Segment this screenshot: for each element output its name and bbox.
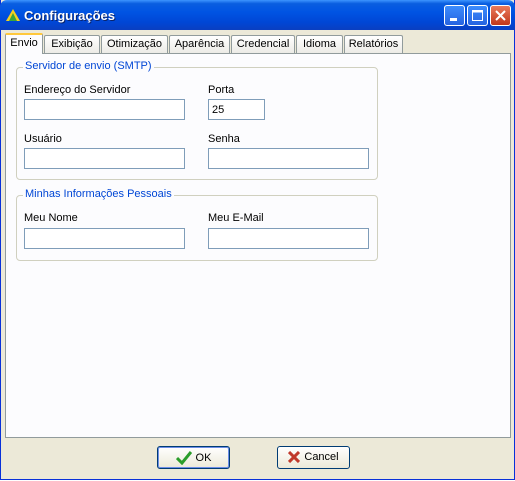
port-label: Porta: [208, 84, 235, 96]
tab-otimizacao[interactable]: Otimização: [101, 35, 168, 53]
x-icon: [288, 451, 301, 463]
ok-label: OK: [195, 452, 212, 464]
cancel-label: Cancel: [304, 451, 339, 463]
server-input[interactable]: [24, 99, 185, 120]
tab-relatorios[interactable]: Relatórios: [344, 35, 403, 53]
email-input[interactable]: [208, 228, 369, 249]
minimize-icon: [450, 18, 457, 21]
personal-legend: Minhas Informações Pessoais: [23, 188, 174, 200]
user-label: Usuário: [24, 133, 62, 145]
name-label: Meu Nome: [24, 212, 78, 224]
port-input[interactable]: [208, 99, 265, 120]
user-input[interactable]: [24, 148, 185, 169]
tab-credencial[interactable]: Credencial: [231, 35, 295, 53]
tab-idioma[interactable]: Idioma: [296, 35, 343, 53]
minimize-button[interactable]: [444, 5, 465, 26]
tab-exibicao[interactable]: Exibição: [44, 35, 100, 53]
close-icon: [495, 10, 506, 21]
tab-panel-envio: Servidor de envio (SMTP) Endereço do Ser…: [5, 53, 511, 438]
name-input[interactable]: [24, 228, 185, 249]
personal-groupbox: Minhas Informações Pessoais Meu Nome Meu…: [16, 188, 378, 261]
maximize-icon: [472, 10, 483, 21]
ok-button[interactable]: OK: [157, 446, 230, 469]
window-title: Configurações: [24, 8, 116, 23]
password-input[interactable]: [208, 148, 369, 169]
smtp-groupbox: Servidor de envio (SMTP) Endereço do Ser…: [16, 60, 378, 180]
close-button[interactable]: [490, 5, 511, 26]
email-label: Meu E-Mail: [208, 212, 264, 224]
app-icon: [6, 9, 20, 21]
server-label: Endereço do Servidor: [24, 84, 131, 96]
smtp-legend: Servidor de envio (SMTP): [23, 60, 154, 72]
tab-envio[interactable]: Envio: [5, 33, 43, 54]
title-bar[interactable]: Configurações: [0, 0, 515, 30]
settings-window: Configurações Envio Exibição Otimização …: [0, 0, 515, 480]
checkmark-icon: [175, 451, 192, 465]
password-label: Senha: [208, 133, 240, 145]
tab-aparencia[interactable]: Aparência: [169, 35, 230, 53]
cancel-button[interactable]: Cancel: [277, 446, 350, 469]
maximize-button[interactable]: [467, 5, 488, 26]
